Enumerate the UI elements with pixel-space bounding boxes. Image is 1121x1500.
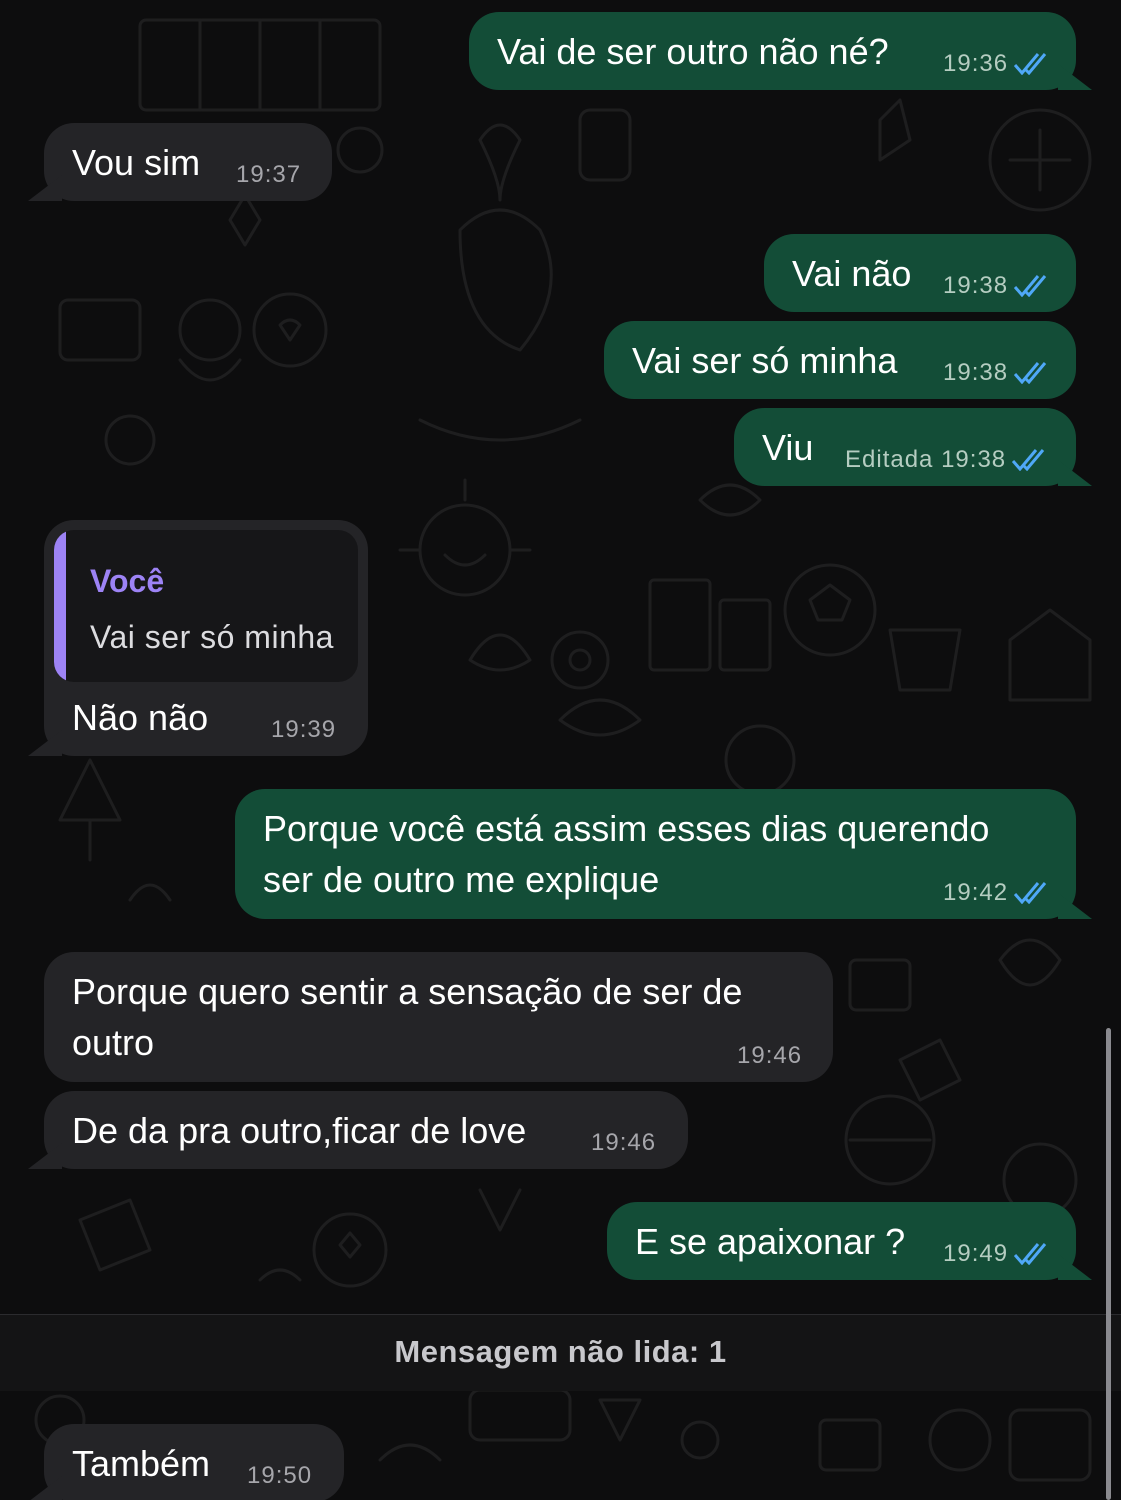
message-meta: Editada 19:38	[845, 446, 1046, 474]
message-time: 19:49	[943, 1240, 1009, 1267]
message-time: 19:36	[943, 50, 1009, 77]
read-double-check-icon	[1014, 275, 1047, 297]
scrollbar[interactable]	[1106, 1028, 1111, 1500]
message-time: 19:46	[591, 1129, 657, 1156]
message-time: 19:38	[941, 446, 1007, 473]
message-meta: 19:36	[943, 50, 1048, 78]
message-time: 19:46	[737, 1042, 803, 1069]
quoted-message[interactable]: Você Vai ser só minha	[54, 530, 358, 682]
message-text: Vai ser só minha	[632, 340, 898, 381]
outgoing-message-bubble[interactable]: Vai ser só minha 19:38	[604, 321, 1076, 399]
message-text: Vai de ser outro não né?	[497, 31, 889, 72]
message-text: Não não	[72, 697, 209, 738]
unread-messages-divider: Mensagem não lida: 1	[0, 1314, 1121, 1391]
message-text: De da pra outro,ficar de love	[72, 1110, 527, 1151]
message-text: E se apaixonar ?	[635, 1221, 906, 1262]
chat-view[interactable]: Vai de ser outro não né? 19:36 Vou sim 1…	[0, 0, 1121, 1500]
read-double-check-icon	[1014, 53, 1047, 75]
message-text-line: outro	[72, 1022, 155, 1063]
edited-label: Editada	[845, 446, 934, 473]
read-double-check-icon	[1014, 1243, 1047, 1265]
message-text: Viu	[762, 427, 814, 468]
message-time: 19:37	[236, 161, 302, 188]
message-meta: 19:38	[943, 272, 1048, 300]
message-time: 19:38	[943, 359, 1009, 386]
read-double-check-icon	[1014, 882, 1047, 904]
message-text: Vou sim	[72, 142, 201, 183]
quote-text: Vai ser só minha	[90, 619, 334, 655]
message-meta: 19:38	[943, 359, 1048, 387]
message-meta: 19:42	[943, 879, 1048, 907]
message-time: 19:42	[943, 879, 1009, 906]
quote-author: Você	[90, 563, 165, 599]
message-text-line: Porque quero sentir a sensação de ser de	[72, 971, 743, 1012]
message-time: 19:39	[271, 716, 337, 743]
outgoing-message-bubble[interactable]: Vai de ser outro não né? 19:36	[469, 12, 1076, 90]
incoming-reply-message-bubble[interactable]: Você Vai ser só minha Não não 19:39	[44, 520, 368, 756]
message-time: 19:38	[943, 272, 1009, 299]
outgoing-message-bubble[interactable]: Vai não 19:38	[764, 234, 1076, 312]
outgoing-message-bubble[interactable]: Viu Editada 19:38	[734, 408, 1076, 486]
message-time: 19:50	[247, 1462, 313, 1489]
incoming-message-bubble[interactable]: Porque quero sentir a sensação de ser de…	[44, 952, 833, 1082]
incoming-message-bubble[interactable]: De da pra outro,ficar de love 19:46	[44, 1091, 688, 1169]
message-text: Vai não	[792, 253, 912, 294]
incoming-message-bubble[interactable]: Também 19:50	[44, 1424, 344, 1500]
outgoing-message-bubble[interactable]: Porque você está assim esses dias queren…	[235, 789, 1076, 919]
read-double-check-icon	[1012, 449, 1045, 471]
quote-accent-bar	[54, 530, 66, 682]
incoming-message-bubble[interactable]: Vou sim 19:37	[44, 123, 332, 201]
message-text-line: ser de outro me explique	[263, 859, 660, 900]
read-double-check-icon	[1014, 362, 1047, 384]
message-text-line: Porque você está assim esses dias queren…	[263, 808, 990, 849]
message-text: Também	[72, 1443, 211, 1484]
message-meta: 19:49	[943, 1240, 1048, 1268]
outgoing-message-bubble[interactable]: E se apaixonar ? 19:49	[607, 1202, 1076, 1280]
